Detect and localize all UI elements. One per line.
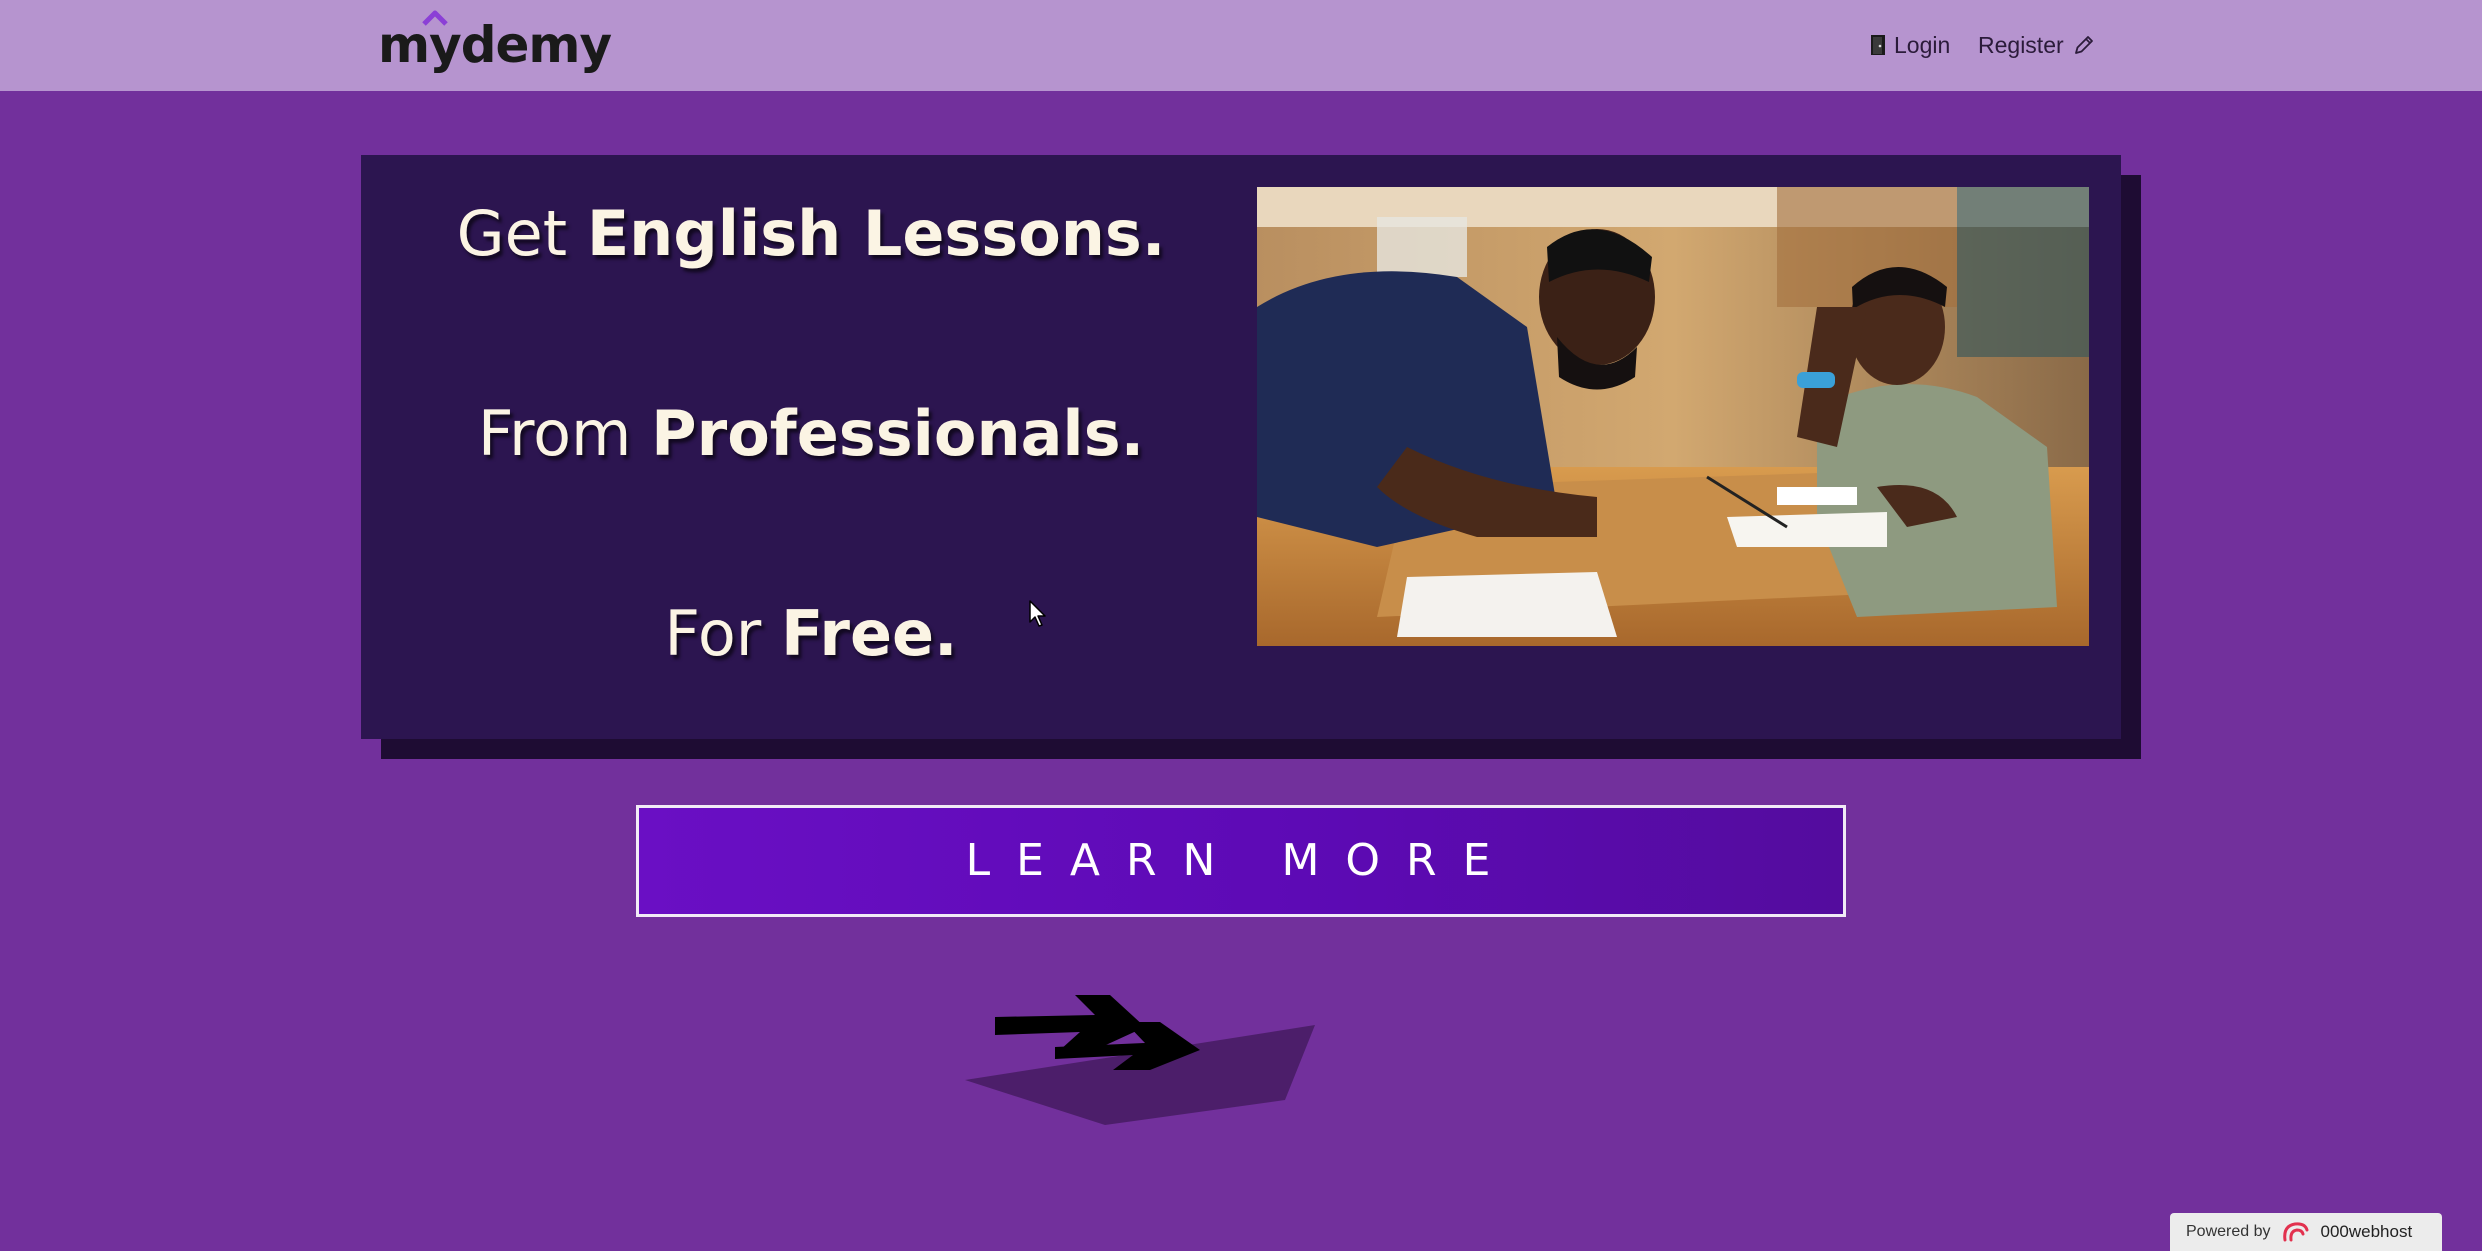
hero-headline-1: Get English Lessons. bbox=[361, 197, 1261, 270]
page: mydemy Login Register Get English Lesson… bbox=[0, 0, 2482, 1251]
hero-headline-1-normal: Get bbox=[456, 197, 587, 270]
000webhost-label: 000webhost bbox=[2320, 1222, 2413, 1241]
hero-headline-3: For Free. bbox=[361, 597, 1261, 670]
hero-headline-2: From Professionals. bbox=[361, 397, 1261, 470]
graduation-cap-icon bbox=[422, 10, 448, 26]
mouse-cursor-icon bbox=[1029, 600, 1046, 627]
tutor-photo bbox=[1257, 187, 2089, 646]
hero-headline-3-bold: Free. bbox=[780, 597, 958, 670]
top-navbar: mydemy Login Register bbox=[0, 0, 2482, 91]
login-link[interactable]: Login bbox=[1870, 28, 1950, 62]
hero-headline-2-normal: From bbox=[477, 397, 652, 470]
powered-by-badge[interactable]: Powered by 000webhost bbox=[2170, 1213, 2442, 1251]
mydemy-logo[interactable]: mydemy bbox=[378, 10, 612, 74]
logo-text: mydemy bbox=[378, 16, 612, 74]
register-link[interactable]: Register bbox=[1978, 28, 2096, 62]
powered-by-label: Powered by bbox=[2186, 1223, 2271, 1240]
hero-headline-3-normal: For bbox=[664, 597, 781, 670]
hero-headline-1-bold: English Lessons. bbox=[586, 197, 1166, 270]
hero-banner: Get English Lessons. From Professionals.… bbox=[361, 155, 2121, 739]
000webhost-logo-icon bbox=[2282, 1222, 2308, 1242]
door-icon bbox=[1871, 35, 1885, 55]
register-label: Register bbox=[1978, 32, 2064, 58]
learn-more-button[interactable]: LEARN MORE bbox=[636, 805, 1846, 917]
double-arrow-icon bbox=[965, 995, 1315, 1125]
pencil-icon bbox=[2074, 36, 2093, 54]
login-label: Login bbox=[1894, 32, 1951, 58]
hero-headline-2-bold: Professionals. bbox=[651, 397, 1145, 470]
